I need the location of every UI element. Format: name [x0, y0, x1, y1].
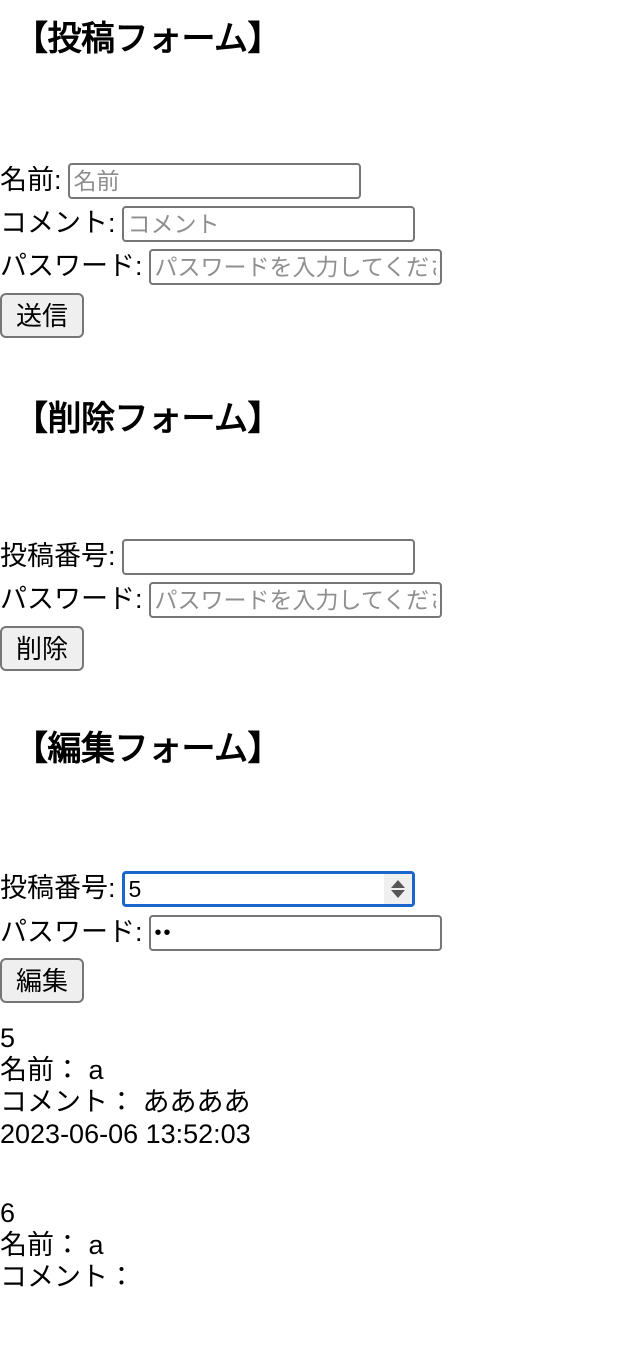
edit-form-password-row: パスワード:: [0, 915, 442, 951]
post-id: 5: [0, 1023, 16, 1053]
delete-form-post-number-input[interactable]: [121, 539, 415, 575]
post-form-submit-button[interactable]: 送信: [0, 293, 84, 338]
post-form-name-label: 名前:: [0, 165, 62, 196]
post-separator: [0, 1150, 251, 1198]
edit-form-submit-button[interactable]: 編集: [0, 958, 84, 1003]
delete-form-password-input[interactable]: [148, 582, 442, 618]
post-id: 6: [0, 1198, 16, 1229]
post-item: 6 名前： a コメント：: [0, 1198, 251, 1294]
delete-form-post-number-label: 投稿番号:: [0, 541, 116, 572]
post-comment: コメント： ああああ: [0, 1086, 251, 1117]
edit-form: 投稿番号: パスワード: 編集: [0, 871, 442, 1003]
post-form-heading: 【投稿フォーム】: [14, 20, 281, 58]
edit-form-post-number-label: 投稿番号:: [0, 873, 116, 904]
post-form-name-row: 名前:: [0, 163, 442, 199]
post-form-password-label: パスワード:: [0, 251, 143, 282]
post-form-comment-input[interactable]: [121, 206, 415, 242]
delete-form-password-row: パスワード:: [0, 582, 442, 618]
edit-form-post-number-wrapper: [121, 871, 415, 907]
post-item: 5 名前： a コメント： ああああ 2023-06-06 13:52:03: [0, 1023, 251, 1150]
edit-form-heading: 【編集フォーム】: [14, 730, 281, 768]
number-spinner[interactable]: [383, 874, 412, 904]
post-name: 名前： a: [0, 1054, 104, 1085]
spinner-down-arrow-icon[interactable]: [390, 890, 405, 898]
edit-form-password-input[interactable]: [148, 915, 442, 951]
post-list: 5 名前： a コメント： ああああ 2023-06-06 13:52:03 6…: [0, 1023, 251, 1294]
delete-form-password-label: パスワード:: [0, 584, 143, 615]
post-timestamp: 2023-06-06 13:52:03: [0, 1118, 251, 1149]
post-form-password-input[interactable]: [148, 249, 442, 285]
post-form-name-input[interactable]: [67, 163, 361, 199]
post-form-comment-label: コメント:: [0, 208, 116, 239]
edit-form-post-number-input[interactable]: [121, 871, 415, 907]
delete-form-post-number-row: 投稿番号:: [0, 539, 442, 575]
delete-form-submit-button[interactable]: 削除: [0, 626, 84, 671]
delete-form-heading: 【削除フォーム】: [14, 400, 281, 438]
edit-form-password-label: パスワード:: [0, 917, 143, 948]
spinner-up-arrow-icon[interactable]: [390, 880, 405, 888]
post-form-comment-row: コメント:: [0, 206, 442, 242]
post-form: 名前: コメント: パスワード: 送信: [0, 163, 442, 338]
post-comment: コメント：: [0, 1262, 135, 1293]
post-name: 名前： a: [0, 1230, 104, 1261]
edit-form-post-number-row: 投稿番号:: [0, 871, 442, 907]
delete-form: 投稿番号: パスワード: 削除: [0, 539, 442, 671]
post-form-password-row: パスワード:: [0, 249, 442, 285]
bbs-page: 【投稿フォーム】 名前: コメント: パスワード: 送信 【削除フォーム】 投稿…: [0, 0, 622, 1371]
